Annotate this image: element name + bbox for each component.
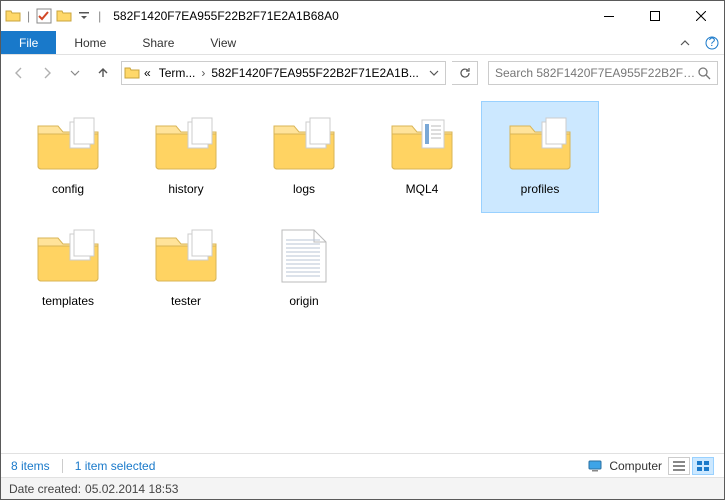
chevron-down-icon[interactable] (425, 68, 443, 78)
maximize-button[interactable] (632, 1, 678, 31)
file-item-label: templates (42, 294, 94, 308)
ribbon-tabs: File Home Share View ? (1, 31, 724, 55)
folder-icon (56, 8, 72, 24)
tab-home[interactable]: Home (56, 31, 124, 54)
qat: | | (1, 8, 107, 24)
location-label: Computer (609, 459, 662, 473)
file-list[interactable]: config history logs MQL4 profiles templates te… (1, 91, 724, 453)
large-icons-view-button[interactable] (692, 457, 714, 475)
svg-text:?: ? (709, 36, 716, 49)
breadcrumb-item[interactable]: 582F1420F7EA955F22B2F71E2A1B... (207, 66, 422, 80)
file-item-label: MQL4 (406, 182, 439, 196)
file-item[interactable]: history (127, 101, 245, 213)
separator (62, 459, 63, 473)
folder-icon (264, 108, 344, 180)
file-item[interactable]: origin (245, 213, 363, 325)
folder-icon (124, 65, 140, 81)
window-controls (586, 1, 724, 31)
computer-icon (587, 458, 603, 474)
back-button[interactable] (7, 61, 31, 85)
folder-icon (500, 108, 580, 180)
forward-button[interactable] (35, 61, 59, 85)
file-item[interactable]: logs (245, 101, 363, 213)
separator: | (96, 9, 103, 23)
tab-share[interactable]: Share (124, 31, 192, 54)
folder-icon (146, 108, 226, 180)
file-item[interactable]: tester (127, 213, 245, 325)
file-item[interactable]: MQL4 (363, 101, 481, 213)
search-placeholder: Search 582F1420F7EA955F22B2F71E2... (495, 66, 697, 80)
search-input[interactable]: Search 582F1420F7EA955F22B2F71E2... (488, 61, 718, 85)
file-item-label: profiles (521, 182, 560, 196)
qat-dropdown-icon[interactable] (76, 8, 92, 24)
separator: | (25, 9, 32, 23)
item-count: 8 items (11, 459, 50, 473)
chevron-right-icon[interactable]: › (199, 66, 207, 80)
status-bar: 8 items 1 item selected Computer (1, 453, 724, 477)
folder-icon (5, 8, 21, 24)
refresh-button[interactable] (452, 61, 478, 85)
file-item[interactable]: config (9, 101, 127, 213)
window-title: 582F1420F7EA955F22B2F71E2A1B68A0 (107, 9, 586, 23)
close-button[interactable] (678, 1, 724, 31)
minimize-button[interactable] (586, 1, 632, 31)
selection-count: 1 item selected (75, 459, 156, 473)
tab-file[interactable]: File (1, 31, 56, 54)
details-value: 05.02.2014 18:53 (85, 482, 178, 496)
navigation-bar: « Term... › 582F1420F7EA955F22B2F71E2A1B… (1, 55, 724, 91)
folder-icon (146, 220, 226, 292)
breadcrumb-item[interactable]: Term... (155, 66, 200, 80)
file-item-label: tester (171, 294, 201, 308)
details-bar: Date created: 05.02.2014 18:53 (1, 477, 724, 499)
file-text-icon (264, 220, 344, 292)
folder-content-icon (382, 108, 462, 180)
folder-icon (28, 108, 108, 180)
details-view-button[interactable] (668, 457, 690, 475)
ribbon-expand-icon[interactable] (670, 31, 700, 54)
file-item-label: origin (289, 294, 318, 308)
file-item-label: logs (293, 182, 315, 196)
address-bar[interactable]: « Term... › 582F1420F7EA955F22B2F71E2A1B… (121, 61, 446, 85)
details-label: Date created: (9, 482, 81, 496)
file-item-label: config (52, 182, 84, 196)
checkbox-icon[interactable] (36, 8, 52, 24)
tab-view[interactable]: View (192, 31, 254, 54)
file-item[interactable]: templates (9, 213, 127, 325)
file-item[interactable]: profiles (481, 101, 599, 213)
up-button[interactable] (91, 61, 115, 85)
folder-icon (28, 220, 108, 292)
recent-locations-button[interactable] (63, 61, 87, 85)
breadcrumb-prefix: « (140, 66, 155, 80)
search-icon (697, 66, 711, 80)
title-bar: | | 582F1420F7EA955F22B2F71E2A1B68A0 (1, 1, 724, 31)
file-item-label: history (168, 182, 203, 196)
help-icon[interactable]: ? (700, 31, 724, 54)
